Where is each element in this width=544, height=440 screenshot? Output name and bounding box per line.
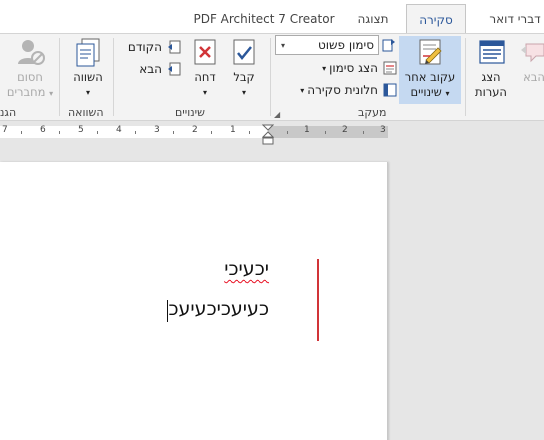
ruler-tick (211, 131, 212, 134)
block-authors-label-2: מחברים ▾ (7, 85, 53, 101)
ruler-number: 1 (304, 125, 310, 135)
tracking-group-label: מעקב (358, 106, 387, 119)
ruler-tick (249, 131, 250, 134)
ruler-number: 6 (40, 125, 46, 135)
show-comments-label-2: הערות (475, 85, 507, 99)
group-separator (59, 38, 60, 116)
document-line[interactable]: כעיעכיכעיעכ (168, 298, 269, 320)
chevron-down-icon: ▾ (280, 40, 285, 50)
track-changes-label-2: שינויים ▾ (411, 85, 450, 101)
ruler-tick (363, 131, 364, 134)
chevron-down-icon: ▾ (445, 89, 450, 98)
markup-view-value: סימון פשוט (317, 38, 374, 52)
ruler-tick (59, 131, 60, 134)
protect-group-label: הגנ (0, 106, 17, 119)
change-bar (317, 259, 319, 341)
reviewing-pane-label: חלונית סקירה (307, 83, 378, 97)
block-authors-label-text: מחברים (6, 85, 46, 99)
ruler-tick (325, 131, 326, 134)
chevron-down-icon: ▾ (85, 88, 90, 97)
show-comments-button[interactable]: הצג הערות (470, 36, 512, 100)
ruler-number: 2 (342, 125, 348, 135)
tab-pdf-architect[interactable]: PDF Architect 7 Creator (190, 4, 338, 33)
previous-change-button[interactable]: הקודם (118, 37, 182, 57)
next-comment-icon (521, 43, 544, 63)
tab-view[interactable]: תצוגה (345, 4, 401, 33)
show-markup-label: הצג סימון (329, 61, 378, 75)
block-authors-icon (18, 40, 45, 65)
markup-options-icon[interactable] (381, 37, 397, 53)
ruler-number: 3 (380, 125, 386, 135)
chevron-down-icon: ▾ (300, 85, 305, 95)
chevron-down-icon: ▾ (241, 88, 246, 97)
changes-group-label: שינויים (175, 106, 205, 119)
ribbon-tab-bar: דברי דואר סקירה תצוגה PDF Architect 7 Cr… (0, 0, 544, 34)
ruler-number: 4 (116, 125, 122, 135)
chevron-down-icon: ▾ (322, 63, 327, 73)
chevron-down-icon: ▾ (202, 88, 207, 97)
ruler-number: 1 (230, 125, 236, 135)
ribbon: הבא הצג הערות עקוב אחר שינויים ▾ ▾ סימון… (0, 33, 544, 121)
accept-label: קבל (233, 70, 255, 84)
group-separator (113, 38, 114, 116)
ruler-right-margin (268, 126, 388, 138)
next-comment-label: הבא (523, 70, 544, 84)
track-changes-label-text: שינויים (410, 85, 442, 99)
reject-button[interactable]: דחה ▾ (188, 36, 222, 100)
document-page[interactable]: יכעיכי כעיעכיכעיעכ (0, 162, 388, 440)
reviewing-pane-icon (383, 83, 397, 97)
next-comment-button[interactable]: הבא (516, 36, 544, 85)
tab-review[interactable]: סקירה (406, 4, 466, 34)
next-change-icon (168, 62, 181, 76)
ruler-tick (287, 131, 288, 134)
previous-change-icon (168, 40, 181, 54)
group-separator (465, 38, 466, 116)
indent-marker-icon[interactable] (262, 124, 274, 146)
show-markup-button[interactable]: ▾ הצג סימון (306, 58, 398, 78)
show-comments-label-1: הצג (481, 70, 501, 84)
next-change-button[interactable]: הבא (118, 59, 182, 79)
next-change-label: הבא (139, 62, 162, 76)
chevron-down-icon: ▾ (49, 89, 54, 98)
group-separator (270, 38, 271, 116)
block-authors-button[interactable]: חסום מחברים ▾ (6, 36, 54, 101)
ruler-number: 2 (192, 125, 198, 135)
compare-button[interactable]: השווה ▾ (66, 36, 110, 100)
reject-icon (194, 39, 216, 65)
show-markup-icon (383, 61, 397, 75)
accept-button[interactable]: קבל ▾ (227, 36, 261, 100)
reject-label: דחה (194, 70, 216, 84)
compare-icon (76, 38, 100, 67)
tracking-dialog-launcher-icon[interactable]: ◢ (274, 110, 280, 119)
ruler-tick (173, 131, 174, 134)
ruler-number: 5 (78, 125, 84, 135)
previous-change-label: הקודם (127, 40, 162, 54)
track-changes-button[interactable]: עקוב אחר שינויים ▾ (399, 36, 461, 104)
block-authors-label-1: חסום (17, 70, 43, 84)
document-line[interactable]: יכעיכי (224, 258, 269, 280)
compare-label: השווה (73, 70, 103, 84)
ruler-tick (97, 131, 98, 134)
text-cursor (167, 300, 168, 322)
track-changes-label-1: עקוב אחר (404, 70, 456, 84)
ruler-tick (21, 131, 22, 134)
ruler-number: 3 (154, 125, 160, 135)
ruler-tick (135, 131, 136, 134)
word-window: דברי דואר סקירה תצוגה PDF Architect 7 Cr… (0, 0, 544, 440)
tab-mailings[interactable]: דברי דואר (480, 4, 544, 33)
compare-group-label: השוואה (68, 106, 104, 119)
markup-view-dropdown[interactable]: ▾ סימון פשוט (275, 35, 379, 55)
show-comments-icon (479, 40, 505, 64)
reviewing-pane-button[interactable]: ▾ חלונית סקירה (286, 80, 398, 100)
ruler-number: 7 (2, 125, 8, 135)
track-changes-icon (419, 39, 442, 65)
accept-icon (233, 39, 255, 65)
horizontal-ruler[interactable]: 7 6 5 4 3 2 1 1 2 3 (0, 125, 388, 138)
